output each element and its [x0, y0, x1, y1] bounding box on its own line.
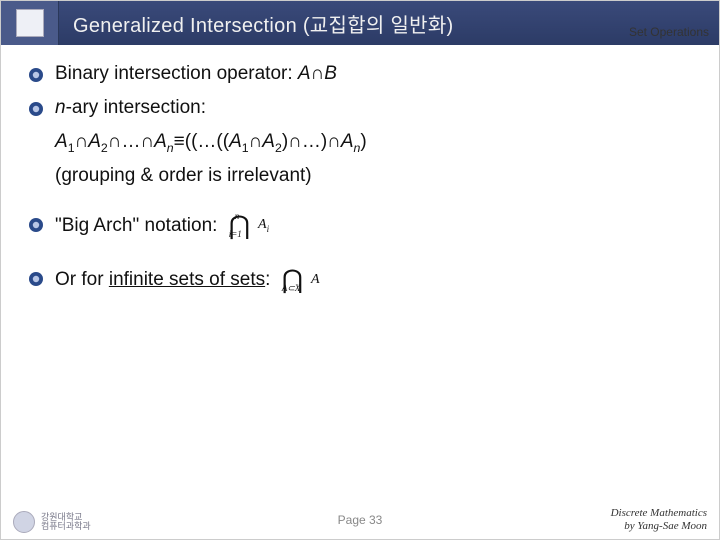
ex-a1: A	[55, 131, 68, 152]
title-icon	[16, 9, 44, 37]
bigarch-rhs-i: i	[267, 224, 270, 234]
footer-credit: Discrete Mathematics by Yang-Sae Moon	[611, 507, 707, 533]
bullet-1-text: Binary intersection operator: A∩B	[55, 63, 337, 85]
slide-root: Generalized Intersection (교집합의 일반화) Set …	[0, 0, 720, 540]
ex-an: A	[154, 131, 167, 152]
page-number: Page 33	[338, 513, 383, 527]
ex-ra1: A	[229, 131, 242, 152]
bullet-3-text: "Big Arch" notation: n ⋂ i=1 Ai	[55, 213, 269, 239]
bullet-item-2: n-ary intersection:	[27, 97, 693, 119]
ex-s1: 1	[68, 141, 75, 155]
credit-line1: Discrete Mathematics	[611, 507, 707, 520]
bullet-item-1: Binary intersection operator: A∩B	[27, 63, 693, 85]
ex-sn: n	[167, 141, 174, 155]
bigarch-lower: i=1	[229, 221, 242, 247]
bullet-item-3: "Big Arch" notation: n ⋂ i=1 Ai	[27, 213, 693, 239]
b2-post: -ary intersection:	[66, 97, 206, 118]
ex-rs1: 1	[242, 141, 249, 155]
bullet-item-4: Or for infinite sets of sets: ⋂ A⊂X A	[27, 267, 693, 293]
bullet-icon	[27, 100, 45, 118]
bullet-2-text: n-ary intersection:	[55, 97, 206, 119]
bigarch-rhs: Ai	[258, 217, 269, 234]
title-decor	[1, 1, 59, 45]
section-topic: Set Operations	[629, 25, 709, 39]
infinite-math: ⋂ A⊂X A	[282, 267, 320, 293]
bigarch-rhs-a: A	[258, 217, 267, 232]
title-bar: Generalized Intersection (교집합의 일반화)	[1, 1, 719, 45]
footer-left: 강원대학교 컴퓨터과학과	[13, 511, 91, 533]
footer: 강원대학교 컴퓨터과학과 Page 33 Discrete Mathematic…	[1, 507, 719, 533]
ex-s2: 2	[101, 141, 108, 155]
bigarch-symbol: n ⋂ i=1	[229, 213, 250, 239]
ex-rc: ∩	[249, 131, 263, 152]
b4-pre: Or for	[55, 269, 109, 290]
content-area: Binary intersection operator: A∩B n-ary …	[1, 45, 719, 293]
inf-rhs: A	[311, 272, 320, 288]
grouping-note: (grouping & order is irrelevant)	[55, 165, 693, 187]
bullet-icon	[27, 66, 45, 84]
b2-ital: n	[55, 97, 66, 118]
expression-line: A1∩A2∩…∩An≡((…((A1∩A2)∩…)∩An)	[55, 131, 693, 155]
uni-line2: 컴퓨터과학과	[41, 522, 91, 531]
ex-eq: ≡((…((	[174, 131, 229, 152]
ex-a2: A	[88, 131, 101, 152]
b4-ul: infinite sets of sets	[109, 269, 265, 290]
inf-lower: A⊂X	[282, 275, 301, 301]
inf-symbol: ⋂ A⊂X	[282, 267, 303, 293]
slide-title: Generalized Intersection (교집합의 일반화)	[73, 9, 454, 38]
ex-ra2: A	[262, 131, 275, 152]
credit-line2: by Yang-Sae Moon	[611, 520, 707, 533]
ex-ran: A	[341, 131, 354, 152]
b1-math: A∩B	[298, 63, 337, 84]
b1-pre: Binary intersection operator:	[55, 63, 298, 84]
b3-label: "Big Arch" notation:	[55, 215, 217, 236]
university-logo-icon	[13, 511, 35, 533]
ex-rs2: 2	[275, 141, 282, 155]
university-name: 강원대학교 컴퓨터과학과	[41, 513, 91, 532]
ex-rp: )	[360, 131, 366, 152]
ex-d: ∩…∩	[108, 131, 154, 152]
ex-c1: ∩	[75, 131, 89, 152]
ex-rm: )∩…)∩	[282, 131, 341, 152]
bullet-icon	[27, 216, 45, 234]
bigarch-math: n ⋂ i=1 Ai	[229, 213, 269, 239]
bullet-4-text: Or for infinite sets of sets: ⋂ A⊂X A	[55, 267, 320, 293]
b4-post: :	[265, 269, 270, 290]
bullet-icon	[27, 270, 45, 288]
